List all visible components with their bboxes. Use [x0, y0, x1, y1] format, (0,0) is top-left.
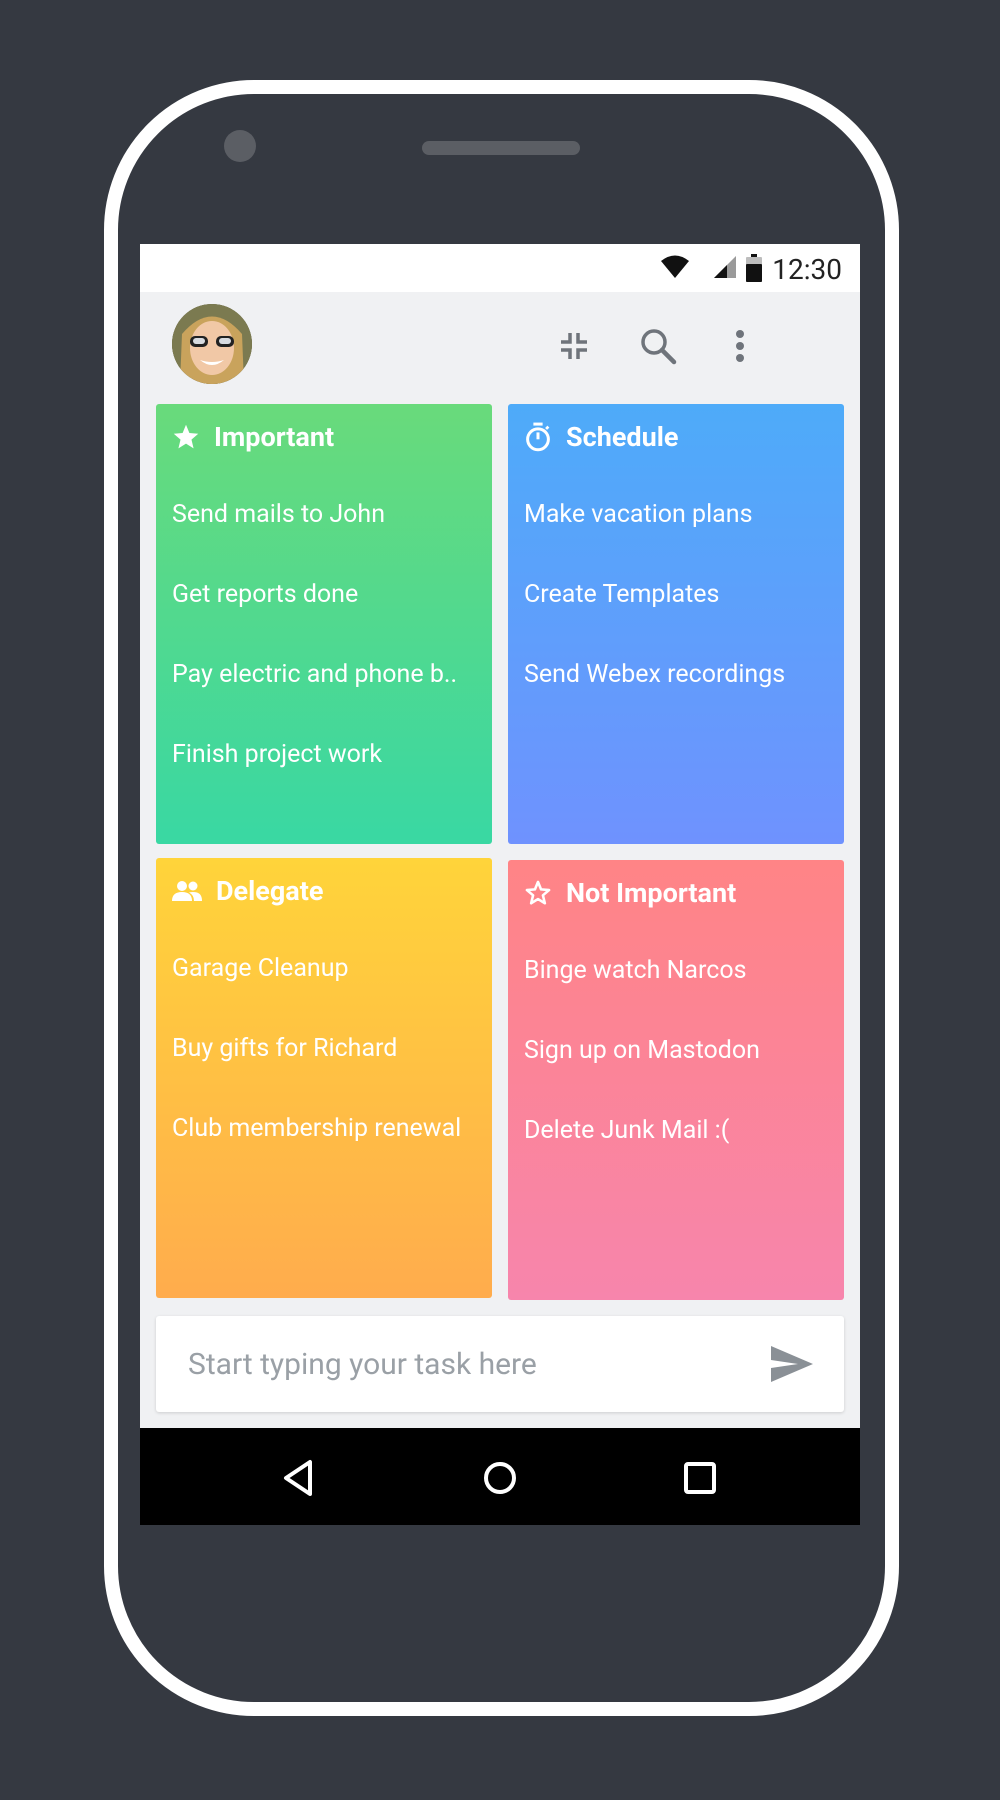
- quadrant-header: Important: [172, 420, 334, 454]
- quadrant-schedule[interactable]: Schedule Make vacation plans Create Temp…: [508, 404, 844, 844]
- task-list: Binge watch Narcos Sign up on Mastodon D…: [524, 956, 830, 1196]
- quadrant-title: Not Important: [566, 877, 737, 909]
- people-icon: [172, 881, 202, 901]
- task-input[interactable]: [188, 1340, 748, 1388]
- task-item[interactable]: Binge watch Narcos: [524, 956, 830, 1036]
- search-button[interactable]: [636, 324, 680, 368]
- timer-icon: [526, 422, 550, 452]
- phone-screen: 12:30 Important Send mails to John Get r…: [140, 244, 860, 1525]
- task-item[interactable]: Send mails to John: [172, 500, 478, 580]
- cell-signal-icon: [714, 256, 736, 278]
- task-list: Send mails to John Get reports done Pay …: [172, 500, 478, 820]
- battery-icon: [746, 254, 762, 282]
- task-input-bar: [156, 1316, 844, 1412]
- task-item[interactable]: Garage Cleanup: [172, 954, 478, 1034]
- recents-button[interactable]: [680, 1458, 720, 1498]
- power-button: [890, 704, 899, 904]
- status-time: 12:30: [772, 253, 842, 286]
- mockup-stage: 12:30 Important Send mails to John Get r…: [0, 0, 1000, 1800]
- quadrant-title: Important: [214, 421, 335, 453]
- task-item[interactable]: Make vacation plans: [524, 500, 830, 580]
- quadrant-header: Not Important: [524, 876, 736, 910]
- earpiece-speaker: [422, 141, 580, 155]
- collapse-icon: [561, 333, 587, 359]
- wifi-icon: [661, 255, 689, 278]
- task-list: Make vacation plans Create Templates Sen…: [524, 500, 830, 740]
- quadrant-title: Schedule: [566, 421, 679, 453]
- quadrant-not-important[interactable]: Not Important Binge watch Narcos Sign up…: [508, 860, 844, 1300]
- more-vert-icon: [736, 330, 744, 362]
- volume-button: [890, 476, 899, 572]
- status-bar: 12:30: [140, 244, 860, 292]
- task-item[interactable]: Get reports done: [172, 580, 478, 660]
- send-button[interactable]: [770, 1344, 814, 1384]
- quadrant-header: Delegate: [172, 874, 323, 908]
- task-item[interactable]: Create Templates: [524, 580, 830, 660]
- quadrant-delegate[interactable]: Delegate Garage Cleanup Buy gifts for Ri…: [156, 858, 492, 1298]
- avatar-photo: [172, 304, 252, 384]
- navigation-bar: [140, 1428, 860, 1525]
- quadrant-important[interactable]: Important Send mails to John Get reports…: [156, 404, 492, 844]
- home-button[interactable]: [480, 1458, 520, 1498]
- star-filled-icon: [173, 424, 199, 449]
- quadrant-header: Schedule: [524, 420, 678, 454]
- task-item[interactable]: Sign up on Mastodon: [524, 1036, 830, 1116]
- task-item[interactable]: Pay electric and phone b..: [172, 660, 478, 740]
- task-item[interactable]: Finish project work: [172, 740, 478, 820]
- search-icon: [641, 329, 677, 365]
- home-icon: [484, 1462, 516, 1494]
- front-camera: [224, 130, 256, 162]
- more-options-button[interactable]: [718, 324, 762, 368]
- send-icon: [771, 1346, 813, 1382]
- task-item[interactable]: Buy gifts for Richard: [172, 1034, 478, 1114]
- star-outline-icon: [525, 880, 551, 905]
- quadrant-title: Delegate: [216, 875, 324, 907]
- user-avatar[interactable]: [172, 304, 252, 384]
- recents-icon: [684, 1462, 716, 1494]
- back-button[interactable]: [280, 1458, 320, 1498]
- task-item[interactable]: Delete Junk Mail :(: [524, 1116, 830, 1196]
- task-item[interactable]: Club membership renewal: [172, 1114, 478, 1194]
- back-icon: [284, 1460, 312, 1496]
- collapse-button[interactable]: [552, 324, 596, 368]
- task-item[interactable]: Send Webex recordings: [524, 660, 830, 740]
- task-list: Garage Cleanup Buy gifts for Richard Clu…: [172, 954, 478, 1194]
